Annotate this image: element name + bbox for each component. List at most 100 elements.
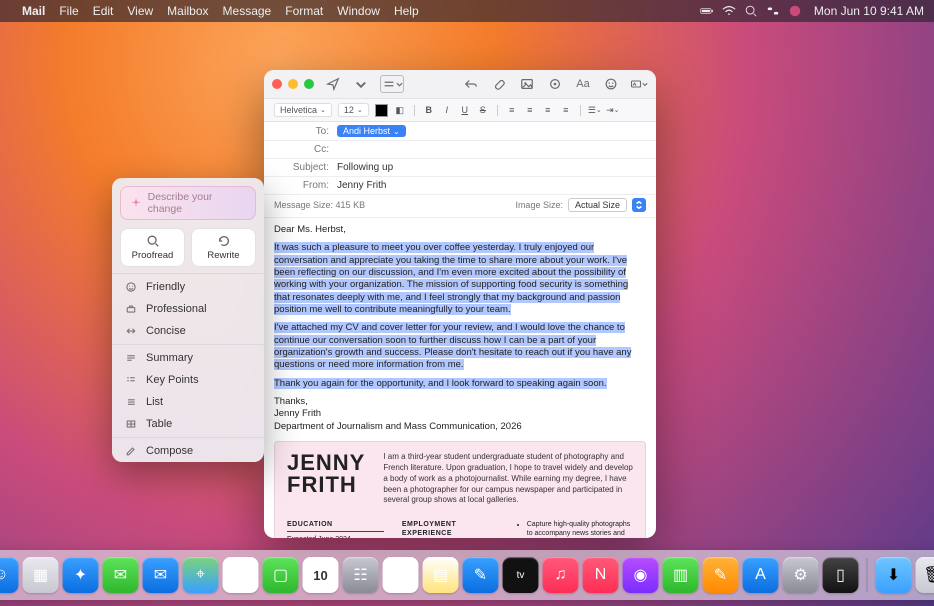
send-options-button[interactable]	[352, 76, 370, 92]
tone-concise-item[interactable]: Concise	[112, 320, 264, 342]
dock-calendar[interactable]: 10	[303, 557, 339, 593]
app-menu[interactable]: Mail	[22, 4, 45, 18]
menu-mailbox[interactable]: Mailbox	[167, 4, 208, 18]
align-right-button[interactable]: ≡	[542, 104, 554, 116]
recipient-token[interactable]: Andi Herbst⌄	[337, 125, 406, 137]
dock-trash[interactable]: 🗑	[916, 557, 934, 593]
battery-icon[interactable]	[700, 4, 714, 18]
media-browser-button[interactable]	[630, 76, 648, 92]
cc-label: Cc:	[274, 144, 337, 155]
dock-podcasts[interactable]: ◉	[623, 557, 659, 593]
align-justify-button[interactable]: ≡	[560, 104, 572, 116]
dock-launchpad[interactable]: ▦	[23, 557, 59, 593]
rewrite-button[interactable]: Rewrite	[191, 228, 256, 267]
from-field[interactable]: Jenny Frith	[337, 180, 646, 191]
menu-format[interactable]: Format	[285, 4, 323, 18]
dock-freeform[interactable]: ✎	[463, 557, 499, 593]
markup-button[interactable]	[546, 76, 564, 92]
wifi-icon[interactable]	[722, 4, 736, 18]
font-family-select[interactable]: Helvetica⌄	[274, 103, 332, 117]
transform-keypoints-item[interactable]: Key Points	[112, 369, 264, 391]
dock-music[interactable]: ♫	[543, 557, 579, 593]
menu-view[interactable]: View	[127, 4, 153, 18]
font-size-select[interactable]: 12⌄	[338, 103, 369, 117]
body-closing: Thanks,	[274, 396, 646, 408]
dock-safari[interactable]: ✦	[63, 557, 99, 593]
dock-messages[interactable]: ✉	[103, 557, 139, 593]
text-color-picker[interactable]: ◧	[394, 104, 406, 116]
dock-downloads[interactable]: ⬇	[876, 557, 912, 593]
emoji-button[interactable]	[602, 76, 620, 92]
format-bar: Helvetica⌄ 12⌄ ◧ B I U S ≡ ≡ ≡ ≡ ☰⌄ ⇥⌄	[264, 99, 656, 122]
window-minimize-button[interactable]	[288, 79, 298, 89]
compose-label: Compose	[146, 445, 193, 457]
dock-reminders[interactable]: ☰	[383, 557, 419, 593]
align-left-button[interactable]: ≡	[506, 104, 518, 116]
bold-button[interactable]: B	[423, 104, 435, 116]
transform-table-item[interactable]: Table	[112, 413, 264, 435]
magnify-icon	[145, 233, 161, 249]
attachment-preview[interactable]: JENNY FRITH I am a third-year student un…	[274, 441, 646, 538]
dock-settings[interactable]: ⚙	[783, 557, 819, 593]
text-format-button[interactable]: Aa	[574, 76, 592, 92]
window-close-button[interactable]	[272, 79, 282, 89]
dock-numbers[interactable]: ▥	[663, 557, 699, 593]
writing-tools-prompt-input[interactable]: Describe your change	[120, 186, 256, 220]
menubar: Mail File Edit View Mailbox Message Form…	[0, 0, 934, 22]
control-center-icon[interactable]	[766, 4, 780, 18]
reply-button[interactable]	[462, 76, 480, 92]
subject-field[interactable]: Following up	[337, 162, 646, 173]
image-size-dropdown-button[interactable]	[632, 198, 646, 212]
writing-tools-popover: Describe your change Proofread Rewrite F…	[112, 178, 264, 462]
list-button[interactable]: ☰⌄	[589, 104, 601, 116]
dock-contacts[interactable]: ☷	[343, 557, 379, 593]
to-field[interactable]: Andi Herbst⌄	[337, 125, 646, 137]
underline-button[interactable]: U	[459, 104, 471, 116]
menu-help[interactable]: Help	[394, 4, 419, 18]
dock-mail[interactable]: ✉	[143, 557, 179, 593]
dock-maps[interactable]: ⌖	[183, 557, 219, 593]
dock-notes[interactable]: ▤	[423, 557, 459, 593]
menubar-clock[interactable]: Mon Jun 10 9:41 AM	[814, 4, 924, 18]
compose-item[interactable]: Compose	[112, 440, 264, 462]
friendly-label: Friendly	[146, 281, 185, 293]
dock-iphone-mirror[interactable]: ▯	[823, 557, 859, 593]
dock-news[interactable]: N	[583, 557, 619, 593]
insert-photo-button[interactable]	[518, 76, 536, 92]
text-color-swatch[interactable]	[375, 104, 388, 117]
header-fields-button[interactable]	[380, 75, 404, 93]
from-label: From:	[274, 180, 337, 191]
indent-outdent-button[interactable]: ⇥⌄	[607, 104, 619, 116]
menu-edit[interactable]: Edit	[93, 4, 114, 18]
spotlight-icon[interactable]	[744, 4, 758, 18]
dock-facetime[interactable]: ▢	[263, 557, 299, 593]
dock-finder[interactable]: ☺	[0, 557, 19, 593]
proofread-button[interactable]: Proofread	[120, 228, 185, 267]
window-zoom-button[interactable]	[304, 79, 314, 89]
cc-field-row: Cc:	[264, 141, 656, 159]
transform-summary-item[interactable]: Summary	[112, 347, 264, 369]
menu-message[interactable]: Message	[223, 4, 272, 18]
send-button[interactable]	[324, 76, 342, 92]
dock-appstore[interactable]: A	[743, 557, 779, 593]
window-titlebar[interactable]: Aa	[264, 70, 656, 99]
menu-window[interactable]: Window	[337, 4, 380, 18]
tone-professional-item[interactable]: Professional	[112, 298, 264, 320]
dock-tv[interactable]: tv	[503, 557, 539, 593]
menu-file[interactable]: File	[59, 4, 78, 18]
italic-button[interactable]: I	[441, 104, 453, 116]
align-center-button[interactable]: ≡	[524, 104, 536, 116]
professional-label: Professional	[146, 303, 207, 315]
dock-pages[interactable]: ✎	[703, 557, 739, 593]
rewrite-label: Rewrite	[207, 250, 239, 261]
image-size-select[interactable]: Actual Size	[568, 198, 627, 212]
chevron-down-icon: ⌄	[393, 127, 400, 136]
strike-button[interactable]: S	[477, 104, 489, 116]
attach-button[interactable]	[490, 76, 508, 92]
keypoints-label: Key Points	[146, 374, 199, 386]
tone-friendly-item[interactable]: Friendly	[112, 276, 264, 298]
transform-list-item[interactable]: List	[112, 391, 264, 413]
dock-photos[interactable]: ✿	[223, 557, 259, 593]
siri-icon[interactable]	[788, 4, 802, 18]
message-body[interactable]: Dear Ms. Herbst, It was such a pleasure …	[264, 218, 656, 538]
